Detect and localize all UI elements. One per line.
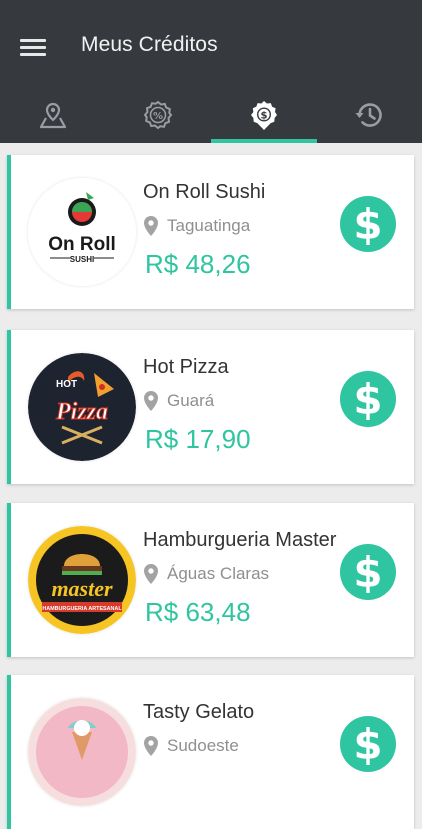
credit-amount: R$ 48,26	[145, 249, 251, 280]
list-item[interactable]: On Roll SUSHI On Roll Sushi Taguatinga R…	[7, 155, 414, 309]
tab-map[interactable]	[0, 86, 106, 143]
credit-amount: R$ 17,90	[145, 424, 251, 455]
page-title: Meus Créditos	[81, 33, 218, 57]
restaurant-location: Sudoeste	[143, 735, 239, 757]
tab-history[interactable]	[317, 86, 422, 143]
dollar-icon[interactable]: $	[340, 544, 396, 600]
discount-badge-icon: %	[142, 99, 174, 131]
location-pin-icon	[143, 735, 159, 757]
logo-subtext: HAMBURGUERIA ARTESANAL	[42, 606, 122, 612]
logo-subtext: SUSHI	[70, 255, 94, 264]
menu-icon[interactable]	[20, 36, 46, 58]
restaurant-logo	[28, 698, 136, 806]
restaurant-name: Hot Pizza	[143, 356, 229, 379]
restaurant-logo: On Roll SUSHI	[28, 178, 136, 286]
restaurant-location: Taguatinga	[143, 215, 250, 237]
list-item[interactable]: HOT Pizza Hot Pizza Guará R$ 17,90 $	[7, 330, 414, 484]
location-pin-icon	[143, 390, 159, 412]
restaurant-logo: master HAMBURGUERIA ARTESANAL	[28, 526, 136, 634]
location-label: Sudoeste	[167, 736, 239, 756]
logo-text: Pizza	[55, 399, 108, 425]
tab-credits[interactable]: $	[211, 86, 317, 143]
map-pin-icon	[37, 99, 69, 131]
logo-text: On Roll	[48, 234, 116, 255]
list-item[interactable]: master HAMBURGUERIA ARTESANAL Hamburguer…	[7, 503, 414, 657]
location-label: Guará	[167, 391, 214, 411]
location-pin-icon	[143, 215, 159, 237]
restaurant-name: On Roll Sushi	[143, 181, 265, 204]
logo-subtext: HOT	[56, 379, 77, 390]
tab-bar: % $	[0, 86, 422, 143]
location-pin-icon	[143, 563, 159, 585]
svg-text:$: $	[260, 110, 267, 121]
dollar-icon[interactable]: $	[340, 196, 396, 252]
restaurant-name: Hamburgueria Master	[143, 529, 336, 552]
restaurant-location: Águas Claras	[143, 563, 269, 585]
logo-text: master	[51, 576, 113, 601]
history-clock-icon	[353, 99, 385, 131]
location-label: Águas Claras	[167, 564, 269, 584]
dollar-icon[interactable]: $	[340, 716, 396, 772]
tab-discounts[interactable]: %	[106, 86, 212, 143]
credit-amount: R$ 63,48	[145, 597, 251, 628]
dollar-icon[interactable]: $	[340, 371, 396, 427]
restaurant-name: Tasty Gelato	[143, 701, 254, 724]
restaurant-logo: HOT Pizza	[28, 353, 136, 461]
svg-text:%: %	[153, 111, 163, 122]
location-label: Taguatinga	[167, 216, 250, 236]
list-item[interactable]: Tasty Gelato Sudoeste $	[7, 675, 414, 829]
credit-badge-icon: $	[248, 99, 280, 131]
restaurant-location: Guará	[143, 390, 214, 412]
app-bar: Meus Créditos % $	[0, 0, 422, 143]
